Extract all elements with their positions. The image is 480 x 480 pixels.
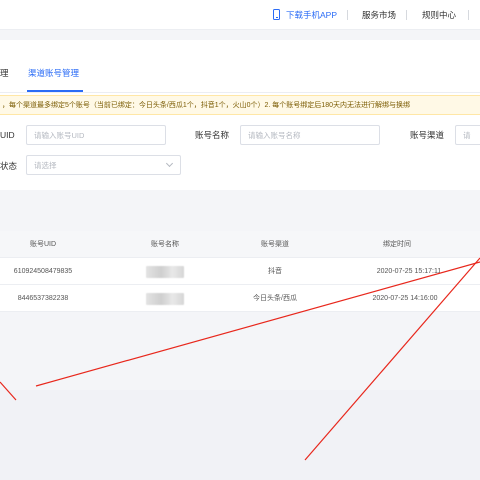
status-placeholder: 请选择 [34, 161, 57, 170]
table-row[interactable]: 8446537382238 今日头条/西瓜 2020-07-25 14:16:0… [0, 286, 480, 312]
rule-center-link[interactable]: 规则中心 [422, 9, 456, 21]
empty-area [0, 390, 480, 480]
status-select[interactable]: 请选择 [26, 155, 181, 175]
tab-divider [0, 92, 480, 93]
channel-select[interactable]: 请 [455, 125, 480, 145]
divider [347, 10, 348, 20]
time-cell: 2020-07-25 15:17:11 [376, 268, 442, 275]
tab-channel-account-management[interactable]: 渠道账号管理 [28, 67, 79, 79]
account-table: 账号UID 账号名称 账号渠道 绑定时间 610924508479835 抖音 … [0, 231, 480, 312]
table-row[interactable]: 610924508479835 抖音 2020-07-25 15:17:11 [0, 259, 480, 285]
time-cell: 2020-07-25 14:16:00 [372, 295, 438, 302]
account-management-panel: 理 渠道账号管理 ，每个渠道最多绑定5个账号（当前已绑定：今日头条/西瓜1个，抖… [0, 40, 480, 190]
column-header-time: 绑定时间 [383, 241, 411, 248]
column-header-channel: 账号渠道 [261, 241, 289, 248]
name-label: 账号名称 [195, 130, 230, 140]
top-bar: 下载手机APP 服务市场 规则中心 [0, 0, 480, 30]
column-header-name: 账号名称 [151, 241, 179, 248]
service-market-link[interactable]: 服务市场 [362, 9, 396, 21]
table-header: 账号UID 账号名称 账号渠道 绑定时间 [0, 231, 480, 258]
redacted-name [146, 293, 184, 305]
chevron-down-icon [165, 159, 174, 168]
uid-label: UID [0, 130, 15, 140]
channel-cell: 今日头条/西瓜 [253, 295, 297, 302]
divider [406, 10, 407, 20]
download-app-link[interactable]: 下载手机APP [286, 9, 337, 21]
phone-icon [273, 9, 280, 20]
uid-input[interactable]: 请输入账号UID [26, 125, 166, 145]
name-input[interactable]: 请输入账号名称 [240, 125, 380, 145]
channel-label: 账号渠道 [410, 130, 445, 140]
redacted-name [146, 266, 184, 278]
divider [468, 10, 469, 20]
notice-text: ，每个渠道最多绑定5个账号（当前已绑定：今日头条/西瓜1个，抖音1个，火山0个）… [2, 102, 410, 109]
binding-notice: ，每个渠道最多绑定5个账号（当前已绑定：今日头条/西瓜1个，抖音1个，火山0个）… [0, 95, 480, 115]
channel-cell: 抖音 [268, 268, 282, 275]
uid-placeholder: 请输入账号UID [34, 131, 85, 140]
tab-account-management[interactable]: 理 [0, 67, 9, 79]
name-placeholder: 请输入账号名称 [248, 131, 301, 140]
uid-cell: 610924508479835 [13, 268, 73, 275]
status-label: 状态 [0, 161, 18, 171]
column-header-uid: 账号UID [29, 241, 57, 248]
uid-cell: 8446537382238 [17, 295, 69, 302]
channel-placeholder: 请 [463, 131, 471, 140]
